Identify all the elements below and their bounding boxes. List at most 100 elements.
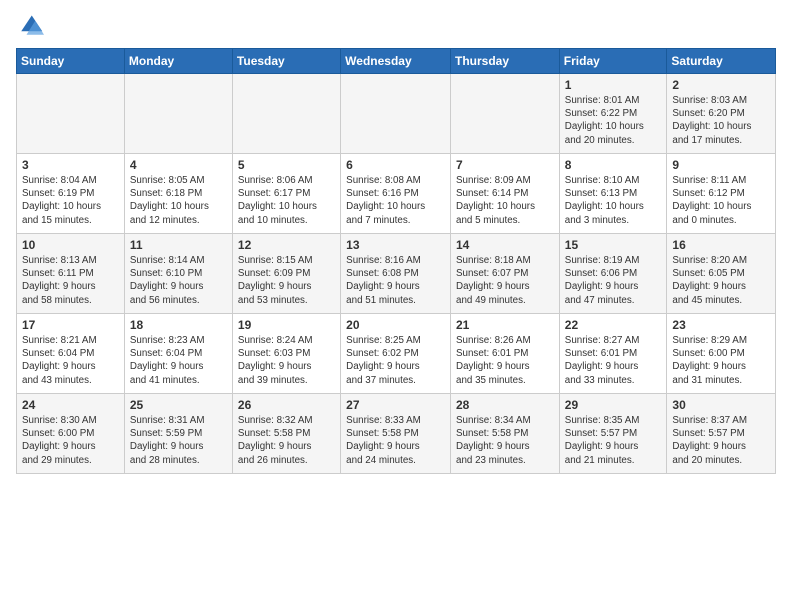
weekday-saturday: Saturday bbox=[667, 49, 776, 74]
calendar-cell: 13 Sunrise: 8:16 AM Sunset: 6:08 PM Dayli… bbox=[341, 234, 451, 314]
day-info: Sunrise: 8:23 AM Sunset: 6:04 PM Dayligh… bbox=[130, 334, 227, 387]
day-info: Sunrise: 8:10 AM Sunset: 6:13 PM Dayligh… bbox=[565, 174, 662, 227]
calendar-cell: 14Sunrise: 8:18 AM Sunset: 6:07 PM Dayli… bbox=[451, 234, 560, 314]
day-info: Sunrise: 8:24 AM Sunset: 6:03 PM Dayligh… bbox=[238, 334, 335, 387]
day-number: 20 bbox=[346, 318, 445, 332]
day-number: 13 bbox=[346, 238, 445, 252]
calendar-cell: 30 Sunrise: 8:37 AM Sunset: 5:57 PM Dayli… bbox=[667, 394, 776, 474]
header bbox=[16, 12, 776, 40]
day-number: 29 bbox=[565, 398, 662, 412]
day-number: 3 bbox=[22, 158, 119, 172]
day-number: 10 bbox=[22, 238, 119, 252]
calendar: SundayMondayTuesdayWednesdayThursdayFrid… bbox=[16, 48, 776, 474]
day-number: 5 bbox=[238, 158, 335, 172]
calendar-row-2: 3 Sunrise: 8:04 AM Sunset: 6:19 PM Daylig… bbox=[17, 154, 776, 234]
day-number: 19 bbox=[238, 318, 335, 332]
calendar-cell: 29 Sunrise: 8:35 AM Sunset: 5:57 PM Dayli… bbox=[559, 394, 667, 474]
day-number: 9 bbox=[672, 158, 770, 172]
day-number: 7 bbox=[456, 158, 554, 172]
calendar-cell bbox=[232, 74, 340, 154]
day-info: Sunrise: 8:01 AM Sunset: 6:22 PM Dayligh… bbox=[565, 94, 662, 147]
calendar-cell: 18 Sunrise: 8:23 AM Sunset: 6:04 PM Dayli… bbox=[124, 314, 232, 394]
day-number: 30 bbox=[672, 398, 770, 412]
calendar-cell: 21 Sunrise: 8:26 AM Sunset: 6:01 PM Dayli… bbox=[451, 314, 560, 394]
day-info: Sunrise: 8:25 AM Sunset: 6:02 PM Dayligh… bbox=[346, 334, 445, 387]
day-number: 11 bbox=[130, 238, 227, 252]
day-info: Sunrise: 8:26 AM Sunset: 6:01 PM Dayligh… bbox=[456, 334, 554, 387]
calendar-cell: 22Sunrise: 8:27 AM Sunset: 6:01 PM Dayli… bbox=[559, 314, 667, 394]
calendar-cell: 25 Sunrise: 8:31 AM Sunset: 5:59 PM Dayli… bbox=[124, 394, 232, 474]
weekday-tuesday: Tuesday bbox=[232, 49, 340, 74]
day-info: Sunrise: 8:04 AM Sunset: 6:19 PM Dayligh… bbox=[22, 174, 119, 227]
day-info: Sunrise: 8:31 AM Sunset: 5:59 PM Dayligh… bbox=[130, 414, 227, 467]
day-number: 28 bbox=[456, 398, 554, 412]
day-info: Sunrise: 8:37 AM Sunset: 5:57 PM Dayligh… bbox=[672, 414, 770, 467]
weekday-friday: Friday bbox=[559, 49, 667, 74]
calendar-row-5: 24 Sunrise: 8:30 AM Sunset: 6:00 PM Dayli… bbox=[17, 394, 776, 474]
day-number: 18 bbox=[130, 318, 227, 332]
day-info: Sunrise: 8:21 AM Sunset: 6:04 PM Dayligh… bbox=[22, 334, 119, 387]
day-info: Sunrise: 8:35 AM Sunset: 5:57 PM Dayligh… bbox=[565, 414, 662, 467]
day-info: Sunrise: 8:32 AM Sunset: 5:58 PM Dayligh… bbox=[238, 414, 335, 467]
day-number: 23 bbox=[672, 318, 770, 332]
calendar-cell: 5 Sunrise: 8:06 AM Sunset: 6:17 PM Daylig… bbox=[232, 154, 340, 234]
calendar-cell: 11 Sunrise: 8:14 AM Sunset: 6:10 PM Dayli… bbox=[124, 234, 232, 314]
calendar-cell: 3 Sunrise: 8:04 AM Sunset: 6:19 PM Daylig… bbox=[17, 154, 125, 234]
day-info: Sunrise: 8:14 AM Sunset: 6:10 PM Dayligh… bbox=[130, 254, 227, 307]
day-info: Sunrise: 8:08 AM Sunset: 6:16 PM Dayligh… bbox=[346, 174, 445, 227]
day-number: 8 bbox=[565, 158, 662, 172]
calendar-row-3: 10 Sunrise: 8:13 AM Sunset: 6:11 PM Dayli… bbox=[17, 234, 776, 314]
day-info: Sunrise: 8:09 AM Sunset: 6:14 PM Dayligh… bbox=[456, 174, 554, 227]
day-info: Sunrise: 8:20 AM Sunset: 6:05 PM Dayligh… bbox=[672, 254, 770, 307]
page: SundayMondayTuesdayWednesdayThursdayFrid… bbox=[0, 0, 792, 612]
calendar-cell: 24 Sunrise: 8:30 AM Sunset: 6:00 PM Dayli… bbox=[17, 394, 125, 474]
weekday-thursday: Thursday bbox=[451, 49, 560, 74]
day-number: 2 bbox=[672, 78, 770, 92]
calendar-row-4: 17 Sunrise: 8:21 AM Sunset: 6:04 PM Dayli… bbox=[17, 314, 776, 394]
calendar-cell: 17 Sunrise: 8:21 AM Sunset: 6:04 PM Dayli… bbox=[17, 314, 125, 394]
calendar-cell bbox=[124, 74, 232, 154]
calendar-cell: 28 Sunrise: 8:34 AM Sunset: 5:58 PM Dayli… bbox=[451, 394, 560, 474]
calendar-cell: 26Sunrise: 8:32 AM Sunset: 5:58 PM Dayli… bbox=[232, 394, 340, 474]
day-info: Sunrise: 8:16 AM Sunset: 6:08 PM Dayligh… bbox=[346, 254, 445, 307]
calendar-cell: 4Sunrise: 8:05 AM Sunset: 6:18 PM Daylig… bbox=[124, 154, 232, 234]
calendar-cell: 27Sunrise: 8:33 AM Sunset: 5:58 PM Dayli… bbox=[341, 394, 451, 474]
calendar-row-1: 1Sunrise: 8:01 AM Sunset: 6:22 PM Daylig… bbox=[17, 74, 776, 154]
day-number: 16 bbox=[672, 238, 770, 252]
day-info: Sunrise: 8:15 AM Sunset: 6:09 PM Dayligh… bbox=[238, 254, 335, 307]
day-info: Sunrise: 8:11 AM Sunset: 6:12 PM Dayligh… bbox=[672, 174, 770, 227]
day-number: 21 bbox=[456, 318, 554, 332]
calendar-cell: 9 Sunrise: 8:11 AM Sunset: 6:12 PM Daylig… bbox=[667, 154, 776, 234]
day-info: Sunrise: 8:29 AM Sunset: 6:00 PM Dayligh… bbox=[672, 334, 770, 387]
calendar-cell bbox=[451, 74, 560, 154]
day-info: Sunrise: 8:30 AM Sunset: 6:00 PM Dayligh… bbox=[22, 414, 119, 467]
day-number: 17 bbox=[22, 318, 119, 332]
calendar-cell: 19 Sunrise: 8:24 AM Sunset: 6:03 PM Dayli… bbox=[232, 314, 340, 394]
day-number: 14 bbox=[456, 238, 554, 252]
day-info: Sunrise: 8:13 AM Sunset: 6:11 PM Dayligh… bbox=[22, 254, 119, 307]
calendar-cell: 1Sunrise: 8:01 AM Sunset: 6:22 PM Daylig… bbox=[559, 74, 667, 154]
calendar-cell: 23 Sunrise: 8:29 AM Sunset: 6:00 PM Dayli… bbox=[667, 314, 776, 394]
day-number: 25 bbox=[130, 398, 227, 412]
logo bbox=[16, 12, 48, 40]
day-number: 15 bbox=[565, 238, 662, 252]
calendar-cell: 10 Sunrise: 8:13 AM Sunset: 6:11 PM Dayli… bbox=[17, 234, 125, 314]
day-info: Sunrise: 8:33 AM Sunset: 5:58 PM Dayligh… bbox=[346, 414, 445, 467]
logo-icon bbox=[16, 12, 44, 40]
day-info: Sunrise: 8:05 AM Sunset: 6:18 PM Dayligh… bbox=[130, 174, 227, 227]
calendar-cell: 20 Sunrise: 8:25 AM Sunset: 6:02 PM Dayli… bbox=[341, 314, 451, 394]
weekday-monday: Monday bbox=[124, 49, 232, 74]
weekday-wednesday: Wednesday bbox=[341, 49, 451, 74]
calendar-cell bbox=[341, 74, 451, 154]
day-info: Sunrise: 8:27 AM Sunset: 6:01 PM Dayligh… bbox=[565, 334, 662, 387]
weekday-header-row: SundayMondayTuesdayWednesdayThursdayFrid… bbox=[17, 49, 776, 74]
calendar-cell: 12Sunrise: 8:15 AM Sunset: 6:09 PM Dayli… bbox=[232, 234, 340, 314]
calendar-cell: 16 Sunrise: 8:20 AM Sunset: 6:05 PM Dayli… bbox=[667, 234, 776, 314]
day-number: 24 bbox=[22, 398, 119, 412]
day-info: Sunrise: 8:03 AM Sunset: 6:20 PM Dayligh… bbox=[672, 94, 770, 147]
calendar-cell: 6Sunrise: 8:08 AM Sunset: 6:16 PM Daylig… bbox=[341, 154, 451, 234]
day-info: Sunrise: 8:06 AM Sunset: 6:17 PM Dayligh… bbox=[238, 174, 335, 227]
calendar-cell: 8 Sunrise: 8:10 AM Sunset: 6:13 PM Daylig… bbox=[559, 154, 667, 234]
weekday-sunday: Sunday bbox=[17, 49, 125, 74]
day-info: Sunrise: 8:34 AM Sunset: 5:58 PM Dayligh… bbox=[456, 414, 554, 467]
